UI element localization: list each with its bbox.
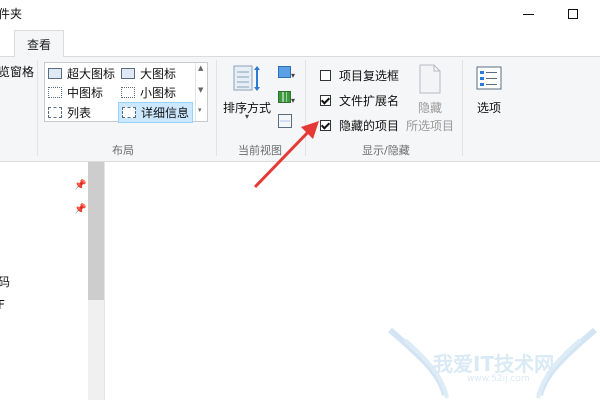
ribbon-tab-row <box>0 28 600 56</box>
layout-group-label: 布局 <box>112 144 134 157</box>
layout-small-icons[interactable]: 小图标 <box>121 84 176 101</box>
watermark-text: 我爱IT技术网 <box>433 352 555 376</box>
item-checkboxes-checkbox[interactable] <box>320 70 331 81</box>
navigation-pane <box>0 162 90 400</box>
group-separator <box>37 60 38 156</box>
nav-item[interactable]: F <box>0 298 5 312</box>
file-extensions-checkbox[interactable] <box>320 95 331 106</box>
sort-by-button[interactable] <box>232 64 262 94</box>
nav-item[interactable]: 码 <box>0 273 10 290</box>
watermark-url: www.52ij.com <box>467 374 530 384</box>
sort-icon <box>233 65 260 91</box>
scroll-up-icon[interactable]: ▲ <box>198 64 203 72</box>
medium-icons-icon <box>48 87 62 98</box>
hide-selected-label-2: 所选项目 <box>406 119 455 133</box>
small-icons-icon <box>121 87 135 98</box>
group-separator <box>462 60 463 156</box>
maximize-icon <box>568 9 578 19</box>
layout-extra-large-icons[interactable]: 超大图标 <box>48 65 115 82</box>
details-icon <box>122 107 136 118</box>
maximize-button[interactable] <box>550 2 596 26</box>
layout-list[interactable]: 列表 <box>48 104 91 121</box>
extra-large-icons-icon <box>48 68 62 79</box>
hide-selected-label-1: 隐藏 <box>418 101 443 115</box>
annotation-arrow <box>253 121 319 189</box>
list-icon <box>48 107 62 118</box>
tab-view[interactable]: 查看 <box>14 30 64 57</box>
watermark: 我爱IT技术网 www.52ij.com <box>385 320 600 400</box>
nav-scrollbar-thumb[interactable] <box>88 162 104 300</box>
minimize-icon <box>522 13 534 15</box>
scroll-down-icon[interactable]: ▼ <box>198 86 203 94</box>
group-by-icon <box>278 66 291 78</box>
minimize-button[interactable] <box>505 2 551 26</box>
group-by-button[interactable]: ▾ <box>278 66 295 81</box>
large-icons-icon <box>121 68 135 79</box>
hide-selected-items-button[interactable] <box>418 64 442 97</box>
layout-medium-icons[interactable]: 中图标 <box>48 84 103 101</box>
hide-selected-icon <box>419 64 441 94</box>
preview-pane-button[interactable]: 览窗格 <box>0 63 34 80</box>
group-separator <box>216 60 217 156</box>
options-icon <box>476 66 502 90</box>
gallery-expand-icon[interactable]: ▾ <box>198 106 202 114</box>
add-columns-icon <box>278 91 291 103</box>
layout-large-icons[interactable]: 大图标 <box>121 65 176 82</box>
file-extensions-option[interactable]: 文件扩展名 <box>320 92 399 109</box>
layout-details[interactable]: 详细信息 <box>118 102 194 123</box>
show-hide-group-label: 显示/隐藏 <box>362 144 410 157</box>
item-checkboxes-option[interactable]: 项目复选框 <box>320 67 399 84</box>
pin-icon[interactable]: 📌 <box>74 180 86 191</box>
add-columns-button[interactable]: ▾ <box>278 91 295 106</box>
options-button[interactable] <box>476 66 504 95</box>
pin-icon[interactable]: 📌 <box>74 204 86 215</box>
options-label[interactable]: 选项 <box>477 99 501 116</box>
window-title: 件夹 <box>0 7 23 21</box>
hidden-items-option[interactable]: 隐藏的项目 <box>320 117 399 134</box>
